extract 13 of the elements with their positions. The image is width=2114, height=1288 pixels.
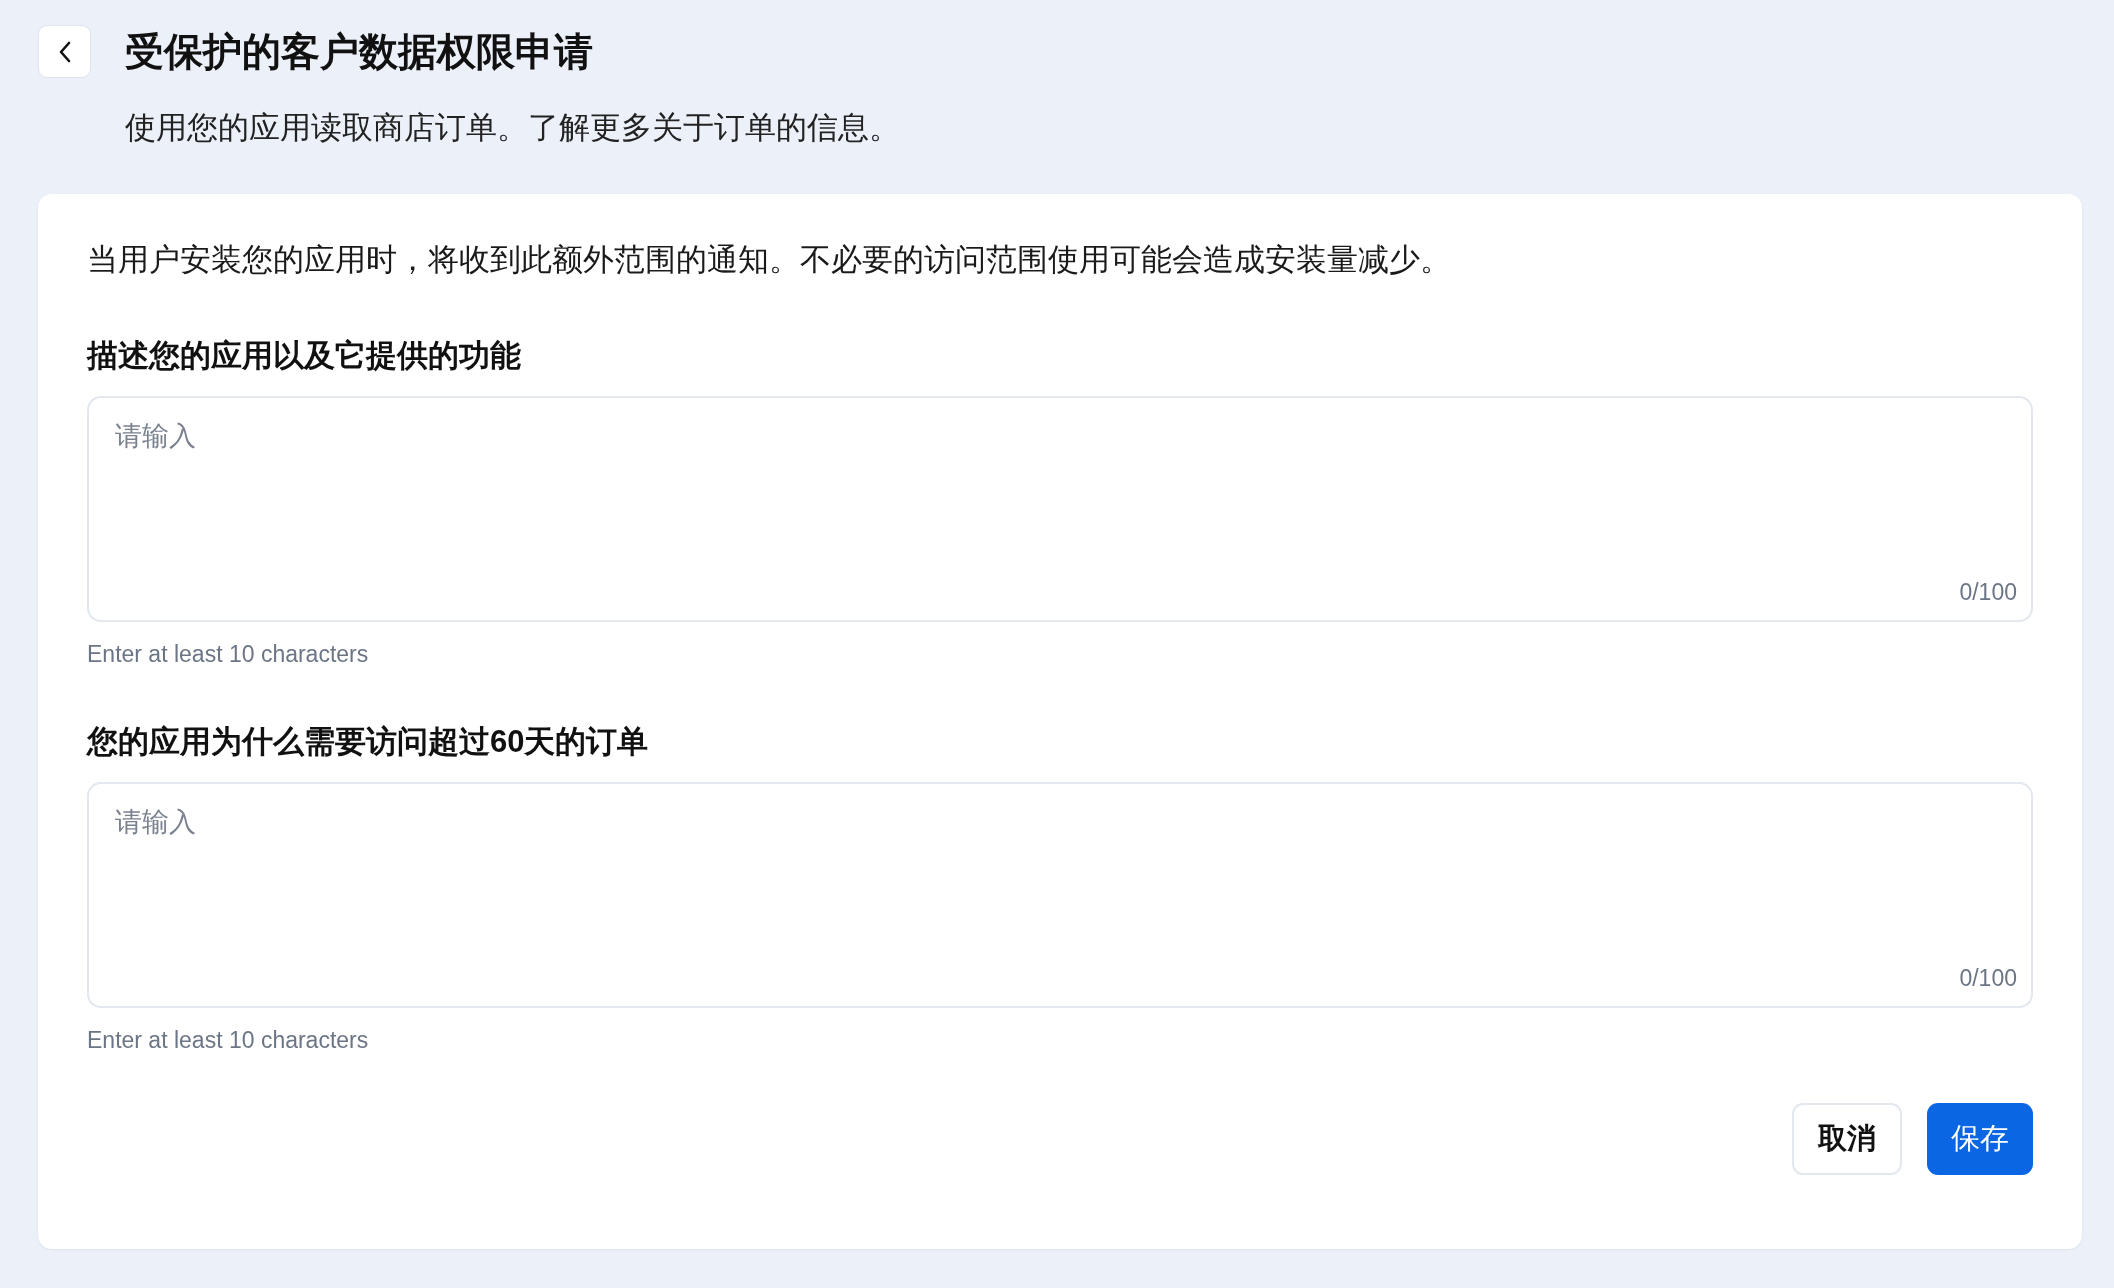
page-subtitle: 使用您的应用读取商店订单。了解更多关于订单的信息。 — [125, 109, 901, 147]
field-hint: Enter at least 10 characters — [87, 640, 370, 668]
back-button[interactable] — [38, 25, 91, 78]
page-title: 受保护的客户数据权限申请 — [125, 29, 593, 75]
character-counter: 0/100 — [1959, 965, 2017, 992]
notice-text: 当用户安装您的应用时，将收到此额外范围的通知。不必要的访问范围使用可能会造成安装量减少。 — [87, 241, 1452, 279]
field-hint: Enter at least 10 characters — [87, 1026, 370, 1054]
cancel-button[interactable]: 取消 — [1792, 1103, 1902, 1175]
character-counter: 0/100 — [1959, 579, 2017, 606]
save-button[interactable]: 保存 — [1927, 1103, 2033, 1175]
field-label: 描述您的应用以及它提供的功能 — [87, 337, 522, 375]
chevron-left-icon — [57, 40, 72, 63]
field-label: 您的应用为什么需要访问超过60天的订单 — [87, 723, 650, 761]
